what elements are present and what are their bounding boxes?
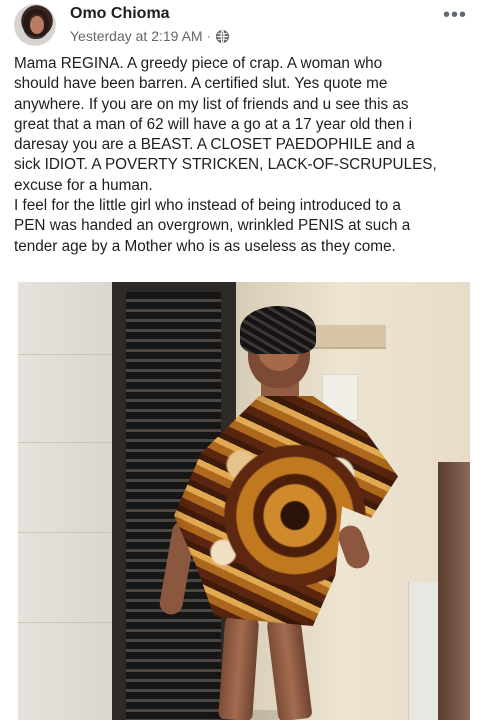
post-text-line: I feel for the little girl who instead o… <box>14 197 401 215</box>
patterned-dress <box>174 396 398 626</box>
post-text-line: tender age by a Mother who is as useless… <box>14 237 396 255</box>
post-text: Mama REGINA. A greedy piece of crap. A w… <box>14 54 474 257</box>
post-text-line: should have been barren. A certified slu… <box>14 75 388 93</box>
braided-hair <box>240 306 316 354</box>
person-legs <box>214 608 316 720</box>
post-timestamp[interactable]: Yesterday at 2:19 AM <box>70 28 203 44</box>
social-post: Omo Chioma Yesterday at 2:19 AM · ••• Ma… <box>0 0 485 720</box>
author-avatar[interactable] <box>14 4 56 46</box>
post-meta: Yesterday at 2:19 AM · <box>70 28 230 44</box>
more-options-icon[interactable]: ••• <box>441 4 469 26</box>
post-text-line: great that a man of 62 will have a go at… <box>14 115 412 133</box>
left-leg <box>218 608 260 720</box>
post-header: Omo Chioma Yesterday at 2:19 AM · ••• <box>14 4 471 48</box>
right-arm <box>335 522 373 572</box>
post-text-line: anywhere. If you are on my list of frien… <box>14 95 409 113</box>
post-text-line: Mama REGINA. A greedy piece of crap. A w… <box>14 55 383 72</box>
post-photo[interactable] <box>18 282 470 720</box>
brown-door <box>438 462 470 720</box>
post-text-line: PEN was handed an overgrown, wrinkled PE… <box>14 217 411 235</box>
author-name[interactable]: Omo Chioma <box>70 5 170 23</box>
post-text-line: excuse for a human. <box>14 176 153 194</box>
post-text-line: daresay you are a BEAST. A CLOSET PAEDOP… <box>14 136 415 154</box>
globe-icon[interactable] <box>215 29 230 44</box>
meta-separator: · <box>206 29 211 43</box>
person-standing <box>156 306 416 720</box>
post-text-line: sick IDIOT. A POVERTY STRICKEN, LACK-OF-… <box>14 156 437 174</box>
avatar-face <box>30 16 44 34</box>
